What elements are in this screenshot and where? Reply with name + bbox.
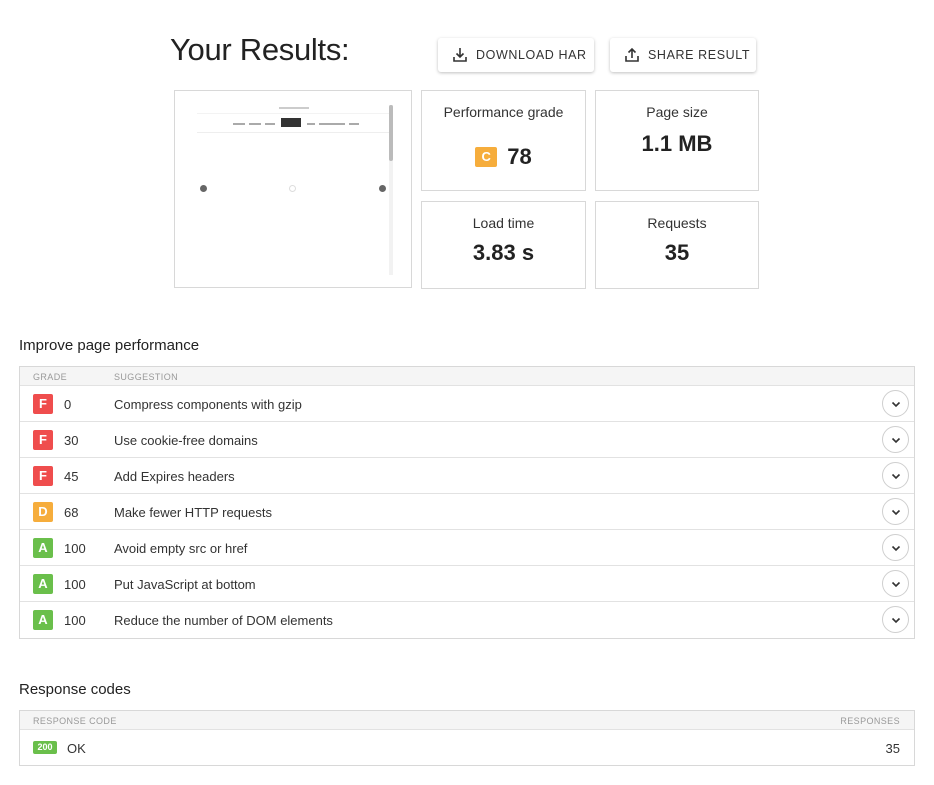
chevron-down-icon [891,545,900,551]
suggestion-text: Make fewer HTTP requests [114,505,272,520]
page-size-value: 1.1 MB [641,131,713,156]
suggestion-text: Reduce the number of DOM elements [114,613,333,628]
load-time-label: Load time [472,215,535,231]
grade-badge: A [33,574,53,594]
page-size-card: Page size 1.1 MB [595,90,759,191]
performance-grade-label: Performance grade [443,104,564,120]
expand-button[interactable] [882,462,909,489]
expand-button[interactable] [882,570,909,597]
response-codes-table: RESPONSE CODE RESPONSES 200 OK 35 [19,710,915,766]
improve-table: GRADE SUGGESTION F 0 Compress components w… [19,366,915,639]
download-har-button[interactable]: DOWNLOAD HAR [438,38,594,72]
expand-button[interactable] [882,390,909,417]
chevron-down-icon [891,617,900,623]
table-row[interactable]: A 100 Avoid empty src or href [20,530,914,566]
grade-badge: D [33,502,53,522]
response-codes-table-header: RESPONSE CODE RESPONSES [20,711,914,730]
performance-grade-value: 78 [507,144,532,169]
status-badge: 200 [33,741,57,754]
grade-column-header: GRADE [33,372,68,382]
grade-badge: F [33,430,53,450]
score-value: 100 [64,577,86,592]
download-icon [453,48,467,62]
chevron-down-icon [891,509,900,515]
suggestion-text: Avoid empty src or href [114,541,248,556]
load-time-value: 3.83 s [472,240,535,265]
performance-grade-card: Performance grade C 78 [421,90,586,191]
table-row: 200 OK 35 [20,730,914,765]
grade-badge: C [475,147,498,167]
share-icon [625,47,639,62]
grade-badge: A [33,538,53,558]
chevron-down-icon [891,401,900,407]
table-row[interactable]: D 68 Make fewer HTTP requests [20,494,914,530]
share-result-button[interactable]: SHARE RESULT [610,38,756,72]
responses-column-header: RESPONSES [840,716,900,726]
suggestion-text: Use cookie-free domains [114,433,258,448]
score-value: 0 [64,397,72,412]
suggestion-text: Compress components with gzip [114,397,302,412]
page-screenshot-thumbnail [174,90,412,288]
suggestion-column-header: SUGGESTION [114,372,179,382]
table-row[interactable]: A 100 Reduce the number of DOM elements [20,602,914,638]
table-row[interactable]: F 45 Add Expires headers [20,458,914,494]
expand-button[interactable] [882,498,909,525]
table-row[interactable]: A 100 Put JavaScript at bottom [20,566,914,602]
page-title: Your Results: [170,32,350,67]
table-row[interactable]: F 30 Use cookie-free domains [20,422,914,458]
chevron-down-icon [891,473,900,479]
score-value: 100 [64,541,86,556]
grade-badge: F [33,466,53,486]
score-value: 100 [64,613,86,628]
response-code-column-header: RESPONSE CODE [33,716,117,726]
response-code-label: OK [67,741,86,756]
carousel-next-icon [379,185,386,192]
expand-button[interactable] [882,606,909,633]
improve-section-title: Improve page performance [19,337,200,354]
grade-badge: A [33,610,53,630]
improve-table-header: GRADE SUGGESTION [20,367,914,386]
response-count: 35 [885,741,900,756]
score-value: 68 [64,505,79,520]
grade-badge: F [33,394,53,414]
chevron-down-icon [891,581,900,587]
share-result-label: SHARE RESULT [648,48,751,62]
download-har-label: DOWNLOAD HAR [476,48,587,62]
carousel-dot-icon [289,185,296,192]
load-time-card: Load time 3.83 s [421,201,586,289]
requests-card: Requests 35 [595,201,759,289]
requests-value: 35 [664,240,690,265]
carousel-prev-icon [200,185,207,192]
expand-button[interactable] [882,534,909,561]
expand-button[interactable] [882,426,909,453]
suggestion-text: Put JavaScript at bottom [114,577,256,592]
response-codes-section-title: Response codes [19,681,131,698]
page-size-label: Page size [646,104,708,120]
chevron-down-icon [891,437,900,443]
suggestion-text: Add Expires headers [114,469,235,484]
score-value: 30 [64,433,79,448]
table-row[interactable]: F 0 Compress components with gzip [20,386,914,422]
requests-label: Requests [647,215,707,231]
score-value: 45 [64,469,79,484]
